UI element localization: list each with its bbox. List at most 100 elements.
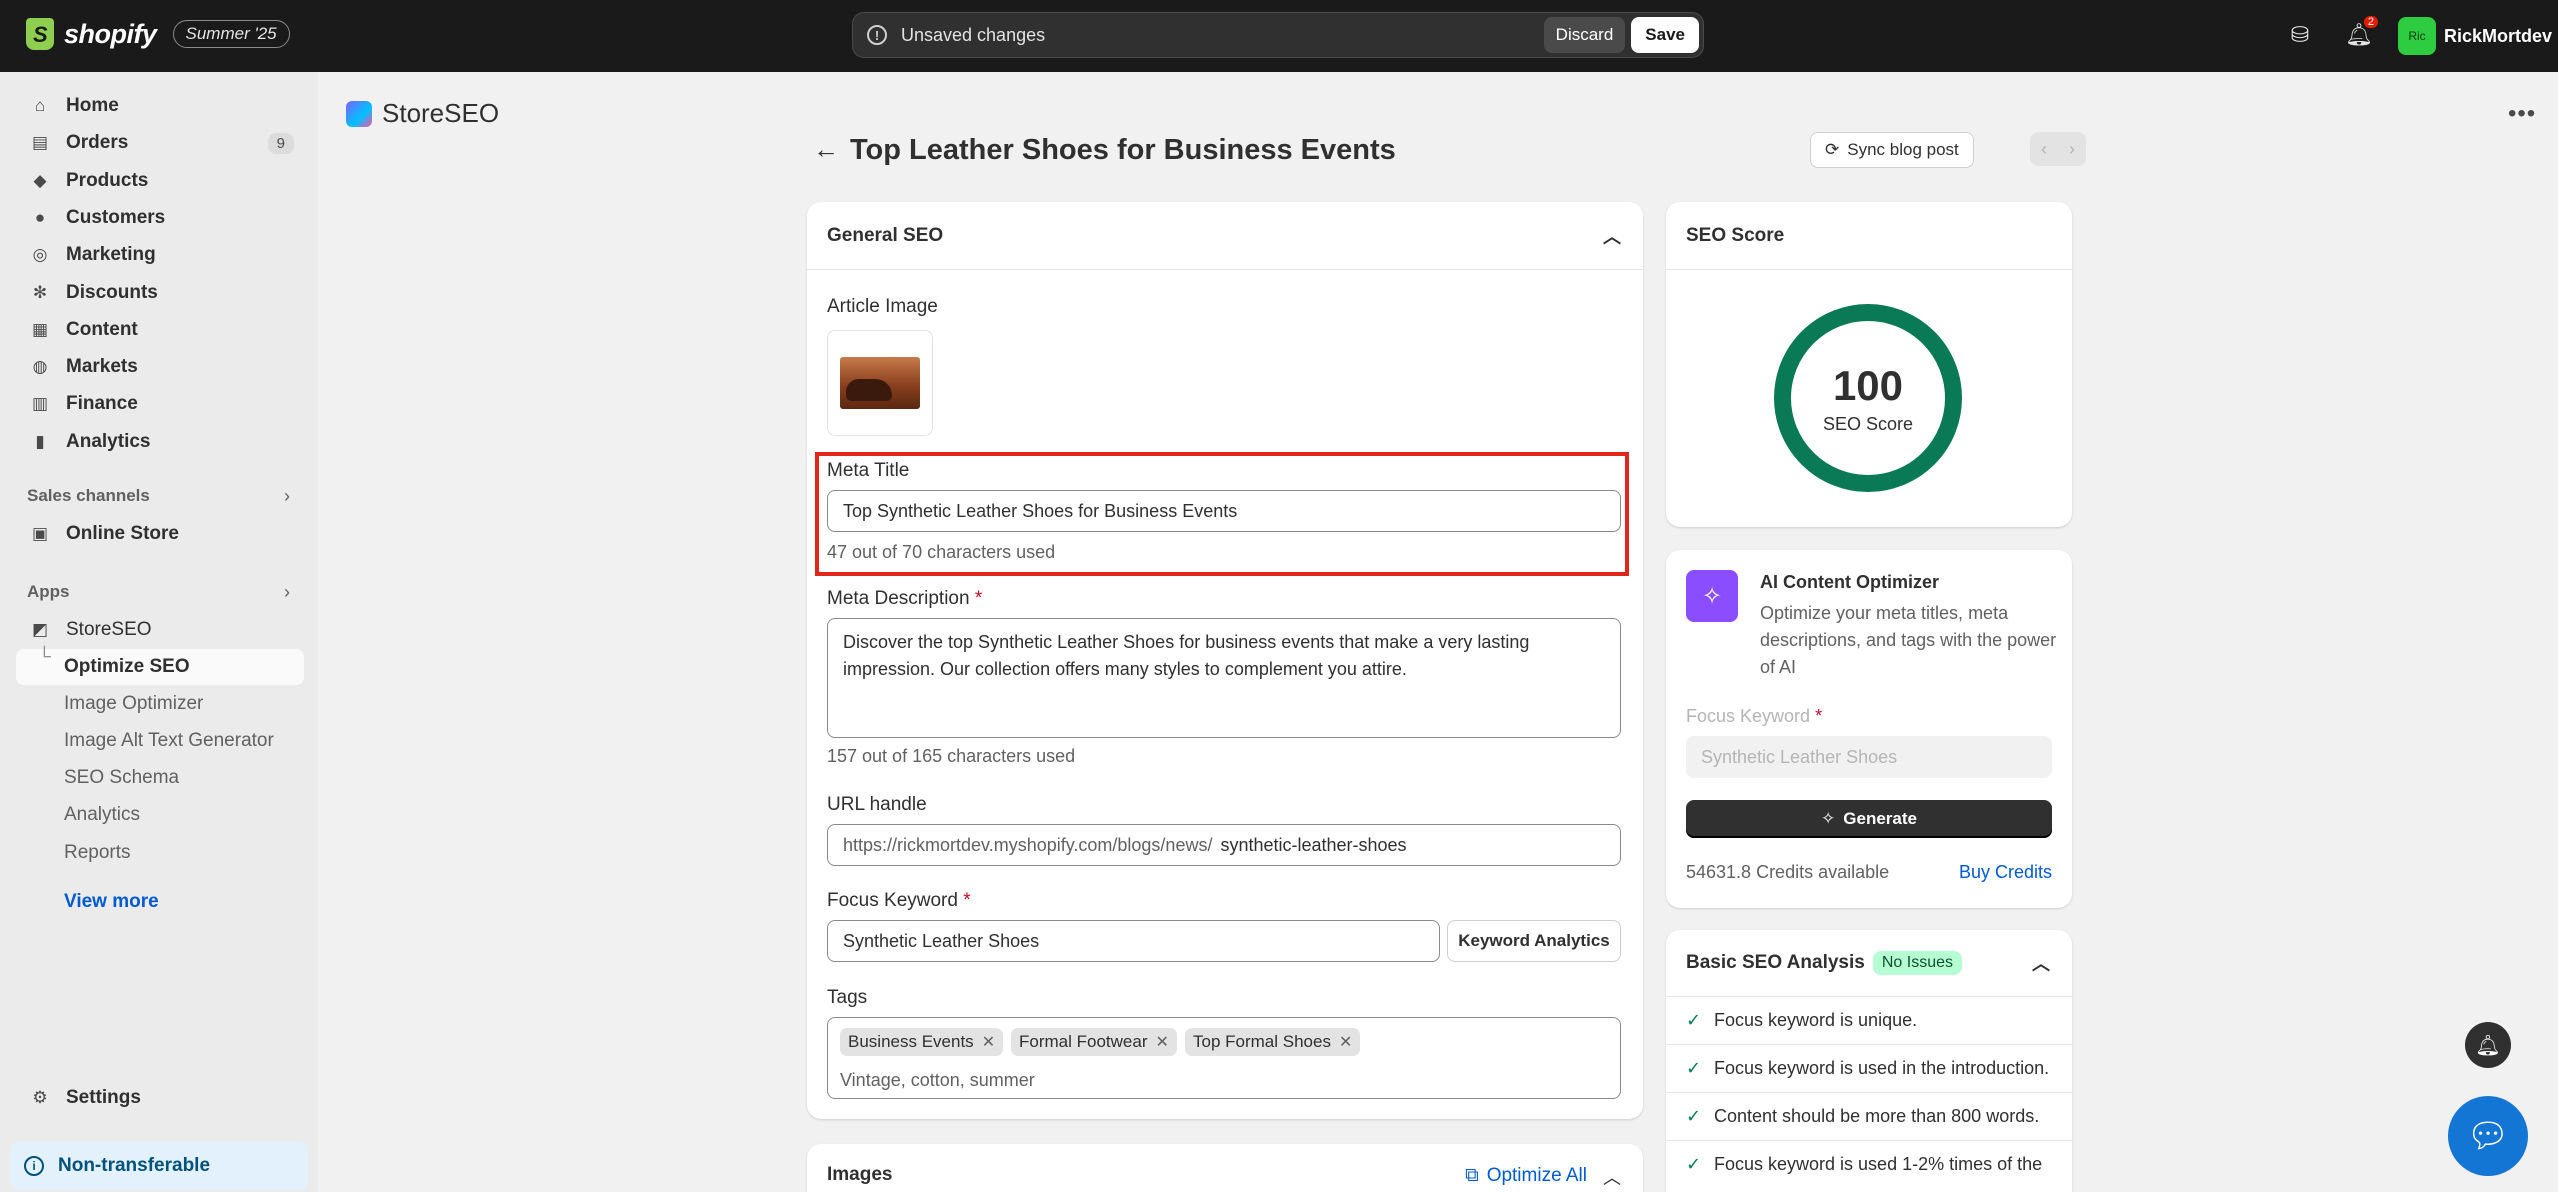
buy-credits-link[interactable]: Buy Credits — [1959, 862, 2052, 883]
seo-score-value: 100 — [1832, 361, 1904, 409]
generate-label: Generate — [1843, 809, 1917, 828]
user-menu[interactable]: Ric RickMortdev — [2398, 17, 2552, 55]
check-item: ✓ Content should be more than 800 words. — [1666, 1092, 2072, 1140]
sidebar-item-label: Markets — [66, 356, 138, 378]
non-transferable-banner[interactable]: i Non-transferable — [10, 1142, 308, 1190]
view-more-link[interactable]: View more — [64, 891, 159, 913]
tags-input[interactable]: Business Events ✕ Formal Footwear ✕ Top Fo… — [827, 1017, 1621, 1099]
unsaved-changes-bar: ! Unsaved changes Discard Save — [852, 12, 1704, 58]
basic-seo-header[interactable]: Basic SEO Analysis No Issues ︿ — [1666, 930, 2072, 996]
sidebar-subitem[interactable]: Image Alt Text Generator — [64, 730, 274, 752]
sidebar-subitem[interactable]: Optimize SEO — [64, 656, 190, 678]
sidebar-item-label: Finance — [66, 393, 138, 415]
sidebar-subitem[interactable]: Reports — [64, 842, 131, 864]
globe-icon: ◍ — [32, 357, 48, 377]
close-icon[interactable]: ✕ — [1155, 1032, 1168, 1052]
ai-title: AI Content Optimizer — [1760, 572, 1939, 592]
sidebar-item-markets[interactable]: ◍ Markets — [16, 349, 302, 385]
sidebar-item-customers[interactable]: ● Customers — [16, 200, 302, 236]
discard-button[interactable]: Discard — [1543, 17, 1626, 53]
check-icon: ✓ — [1686, 1154, 1702, 1174]
sidebar-item-finance[interactable]: ▥ Finance — [16, 386, 302, 422]
chevron-up-icon[interactable]: ︿ — [1603, 1164, 1621, 1190]
check-text: Focus keyword is unique. — [1714, 1010, 1918, 1030]
generate-button[interactable]: ✧ Generate — [1686, 800, 2052, 838]
sidebar-item-label: Home — [66, 95, 119, 116]
url-handle-input[interactable]: https://rickmortdev.myshopify.com/blogs/… — [827, 824, 1621, 866]
chat-button[interactable]: 💬︎ — [2448, 1096, 2528, 1176]
basic-seo-title: Basic SEO Analysis — [1686, 952, 1865, 973]
sales-channels-label[interactable]: Sales channels — [27, 486, 150, 506]
check-text: Focus keyword is used in the introductio… — [1714, 1058, 2050, 1078]
app-header: StoreSEO — [346, 98, 499, 129]
bell-icon[interactable]: 🔔︎ 2 — [2345, 16, 2378, 48]
focus-keyword-input[interactable]: Synthetic Leather Shoes — [827, 920, 1440, 962]
sidebar-item-online-store[interactable]: ▣ Online Store — [16, 516, 302, 552]
apps-label[interactable]: Apps — [27, 582, 70, 602]
sidebar-subitem[interactable]: SEO Schema — [64, 767, 179, 789]
save-button[interactable]: Save — [1631, 17, 1699, 53]
keyword-analytics-button[interactable]: Keyword Analytics — [1447, 920, 1621, 962]
sidebar-item-products[interactable]: ◆ Products — [16, 163, 302, 199]
sidebar-item-label: Orders — [66, 132, 129, 154]
home-icon: ⌂ — [34, 96, 46, 115]
chevron-right-icon[interactable]: › — [284, 486, 290, 507]
sidebar-subitem[interactable]: Image Optimizer — [64, 693, 203, 715]
optimize-icon: ⧉ — [1465, 1165, 1479, 1186]
sidebar-item-label: Settings — [66, 1087, 141, 1108]
sidebar-item-settings[interactable]: ⚙ Settings — [16, 1080, 302, 1116]
prev-page-button[interactable]: ‹ — [2030, 132, 2058, 166]
url-handle-value: synthetic-leather-shoes — [1220, 834, 1407, 855]
more-options-icon[interactable]: ••• — [2508, 100, 2536, 128]
chat-icon: 💬︎ — [2466, 1117, 2510, 1155]
sync-label: Sync blog post — [1847, 140, 1959, 159]
chevron-up-icon[interactable]: ︿ — [1603, 223, 1621, 249]
gear-icon: ⚙ — [32, 1088, 48, 1107]
sidebar: ⌂ Home ▤ Orders 9 ◆ Products ● Customers ◎ Marketi… — [0, 72, 318, 1192]
focus-keyword-label: Focus Keyword * — [827, 890, 971, 911]
chevron-right-icon[interactable]: › — [284, 582, 290, 603]
bell-icon: 🔔︎ — [2475, 1034, 2501, 1057]
sidebar-item-orders[interactable]: ▤ Orders 9 — [16, 125, 302, 161]
sidebar-subitem[interactable]: Analytics — [64, 804, 140, 826]
basic-seo-card: Basic SEO Analysis No Issues ︿ ✓ Focus ke… — [1666, 930, 2072, 1192]
tree-connector-icon: └ — [38, 646, 51, 666]
sidebar-item-marketing[interactable]: ◎ Marketing — [16, 237, 302, 273]
tag-chip: Business Events ✕ — [840, 1028, 1004, 1056]
tag-label: Top Formal Shoes — [1193, 1032, 1331, 1051]
target-icon: ◎ — [32, 245, 48, 265]
notification-bell-button[interactable]: 🔔︎ — [2465, 1022, 2511, 1068]
sidekick-icon[interactable]: ⛁ — [2287, 22, 2313, 48]
notification-count: 2 — [2363, 16, 2378, 28]
edition-badge[interactable]: Summer '25 — [172, 20, 290, 48]
chevron-up-icon[interactable]: ︿ — [2032, 950, 2050, 976]
images-title: Images — [827, 1164, 893, 1185]
next-page-button[interactable]: › — [2058, 132, 2086, 166]
sidebar-item-discounts[interactable]: ✻ Discounts — [16, 275, 302, 311]
sidebar-item-home[interactable]: ⌂ Home — [16, 88, 302, 124]
tag-icon: ◆ — [33, 170, 47, 190]
article-image-label: Article Image — [827, 296, 938, 317]
shopify-logo[interactable]: shopify Summer '25 — [26, 18, 290, 50]
sidebar-item-storeseo[interactable]: ◩ StoreSEO — [16, 612, 302, 648]
sidebar-item-analytics[interactable]: ▮ Analytics — [16, 424, 302, 460]
tag-chip: Formal Footwear ✕ — [1011, 1028, 1177, 1056]
sidebar-item-content[interactable]: ▦ Content — [16, 312, 302, 348]
optimize-all-button[interactable]: ⧉ Optimize All — [1465, 1144, 1587, 1192]
top-bar: shopify Summer '25 ! Unsaved changes Dis… — [0, 0, 2558, 72]
sync-blog-post-button[interactable]: ⟳ Sync blog post — [1810, 132, 1974, 168]
shopify-bag-icon — [26, 18, 54, 50]
general-seo-title: General SEO — [827, 224, 944, 246]
article-image[interactable] — [827, 330, 933, 436]
unsaved-text: Unsaved changes — [901, 24, 1046, 45]
close-icon[interactable]: ✕ — [982, 1032, 995, 1052]
ai-focus-keyword-input[interactable]: Synthetic Leather Shoes — [1686, 736, 2052, 778]
general-seo-header[interactable]: General SEO ︿ — [807, 202, 1643, 270]
url-handle-label: URL handle — [827, 794, 927, 815]
close-icon[interactable]: ✕ — [1339, 1032, 1352, 1052]
meta-description-input[interactable]: Discover the top Synthetic Leather Shoes… — [827, 618, 1621, 738]
back-arrow-icon[interactable]: ← — [813, 134, 839, 165]
content-icon: ▦ — [31, 319, 49, 339]
orders-count-badge: 9 — [267, 132, 294, 154]
check-icon: ✓ — [1686, 1106, 1702, 1126]
